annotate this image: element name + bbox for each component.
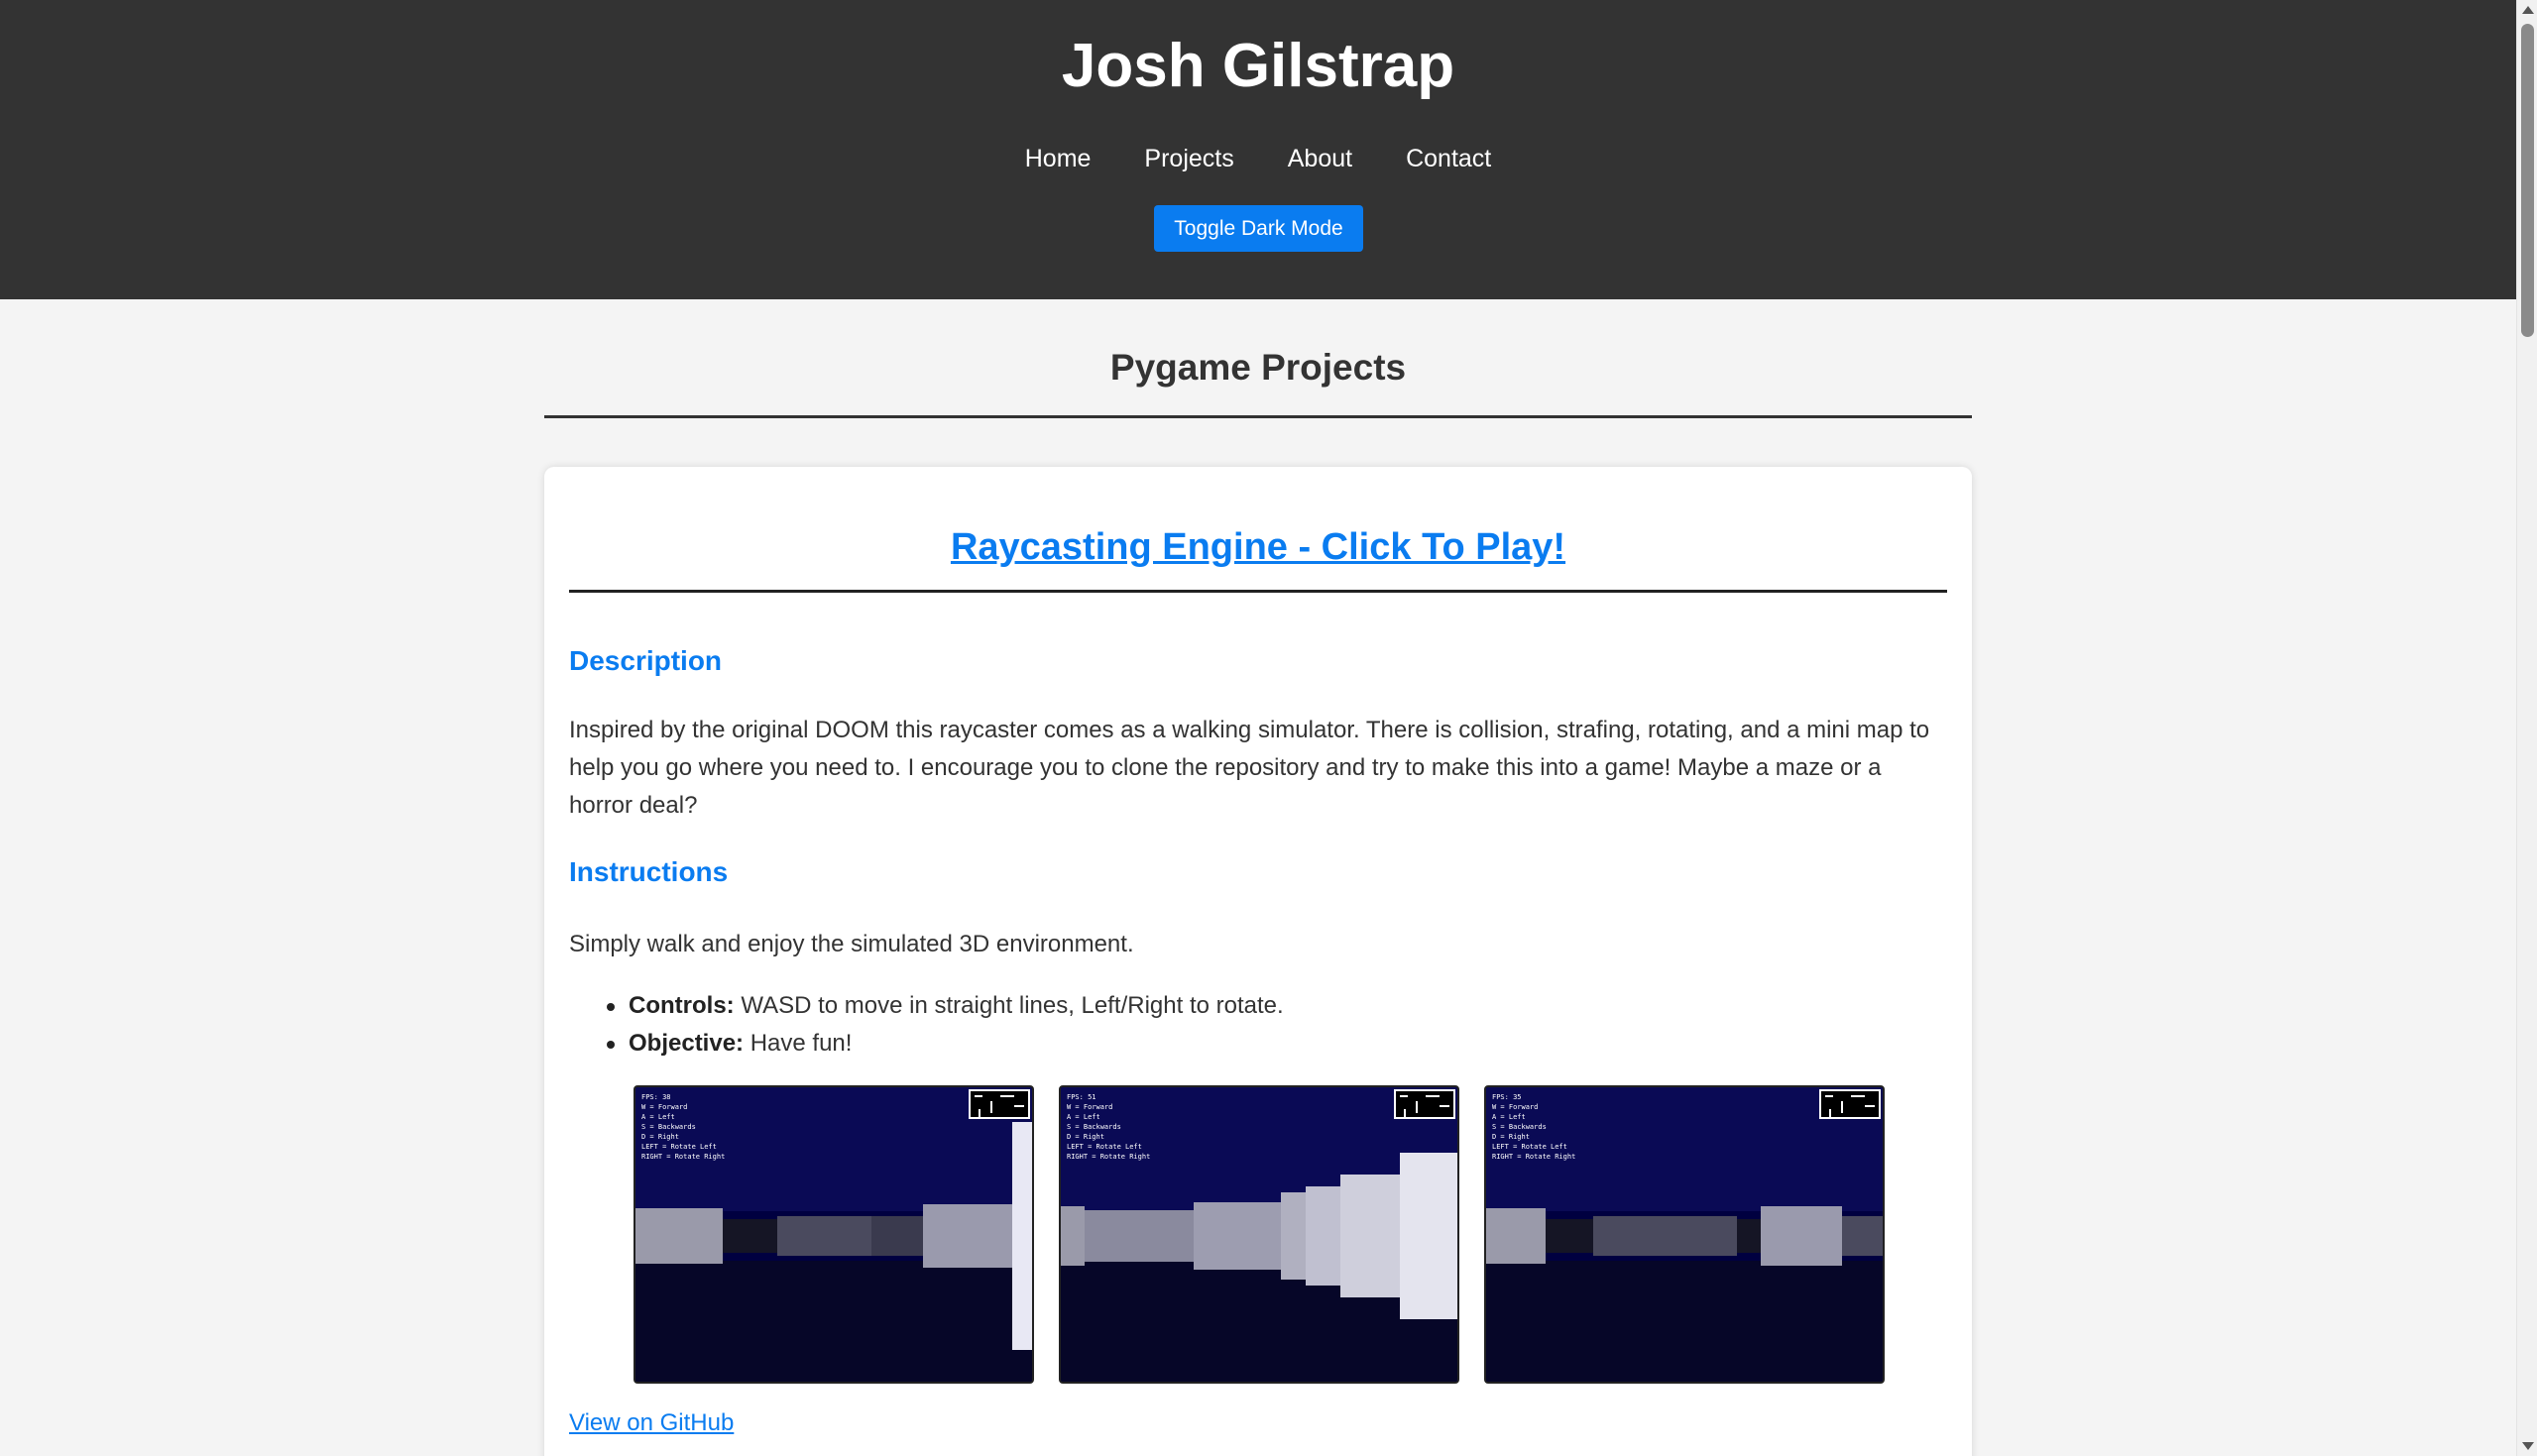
scroll-down-icon[interactable] [2522,1442,2534,1450]
instructions-text: Simply walk and enjoy the simulated 3D e… [569,931,1134,957]
nav-about-link[interactable]: About [1288,145,1352,173]
instructions-heading: Instructions [569,856,729,887]
scroll-up-icon[interactable] [2522,6,2534,14]
screenshot-floor [635,1261,1032,1382]
project-divider [569,590,1947,593]
screenshot-floor [1486,1261,1883,1382]
minimap-icon [969,1089,1030,1119]
game-screenshot[interactable]: FPS: 51 W = Forward A = Left S = Backwar… [1059,1085,1459,1384]
project-card: Raycasting Engine - Click To Play! Descr… [544,467,1972,1456]
list-item: Objective: Have fun! [569,1025,1284,1063]
game-screenshot[interactable]: FPS: 38 W = Forward A = Left S = Backwar… [634,1085,1034,1384]
section-divider [544,415,1972,418]
instructions-list: Controls: WASD to move in straight lines… [569,987,1284,1063]
nav-projects-link[interactable]: Projects [1144,145,1233,173]
description-text: Inspired by the original DOOM this rayca… [569,717,1930,819]
nav-home-link[interactable]: Home [1025,145,1092,173]
bullet-label: Objective: [629,1030,745,1057]
main-nav: Home Projects About Contact [0,145,2516,173]
bullet-label: Controls: [629,992,735,1019]
bullet-text: WASD to move in straight lines, Left/Rig… [734,992,1284,1019]
project-title-link[interactable]: Raycasting Engine - Click To Play! [544,526,1972,569]
scroll-thumb[interactable] [2521,24,2534,337]
toggle-dark-mode-button[interactable]: Toggle Dark Mode [1154,205,1363,252]
view-on-github-link[interactable]: View on GitHub [569,1409,734,1437]
site-header: Josh Gilstrap Home Projects About Contac… [0,0,2516,299]
game-screenshot[interactable]: FPS: 35 W = Forward A = Left S = Backwar… [1484,1085,1885,1384]
bullet-text: Have fun! [744,1030,853,1057]
screenshot-hud-text: FPS: 51 W = Forward A = Left S = Backwar… [1067,1093,1151,1161]
site-title: Josh Gilstrap [1061,32,1455,100]
section-title: Pygame Projects [1109,347,1407,388]
list-item: Controls: WASD to move in straight lines… [569,987,1284,1025]
minimap-icon [1819,1089,1881,1119]
screenshot-hud-text: FPS: 35 W = Forward A = Left S = Backwar… [1492,1093,1576,1161]
minimap-icon [1394,1089,1455,1119]
nav-contact-link[interactable]: Contact [1406,145,1491,173]
page-scrollbar[interactable] [2516,0,2537,1456]
screenshot-gallery: FPS: 38 W = Forward A = Left S = Backwar… [634,1085,1885,1384]
description-heading: Description [569,645,723,676]
screenshot-hud-text: FPS: 38 W = Forward A = Left S = Backwar… [641,1093,726,1161]
page: Josh Gilstrap Home Projects About Contac… [0,0,2537,1456]
